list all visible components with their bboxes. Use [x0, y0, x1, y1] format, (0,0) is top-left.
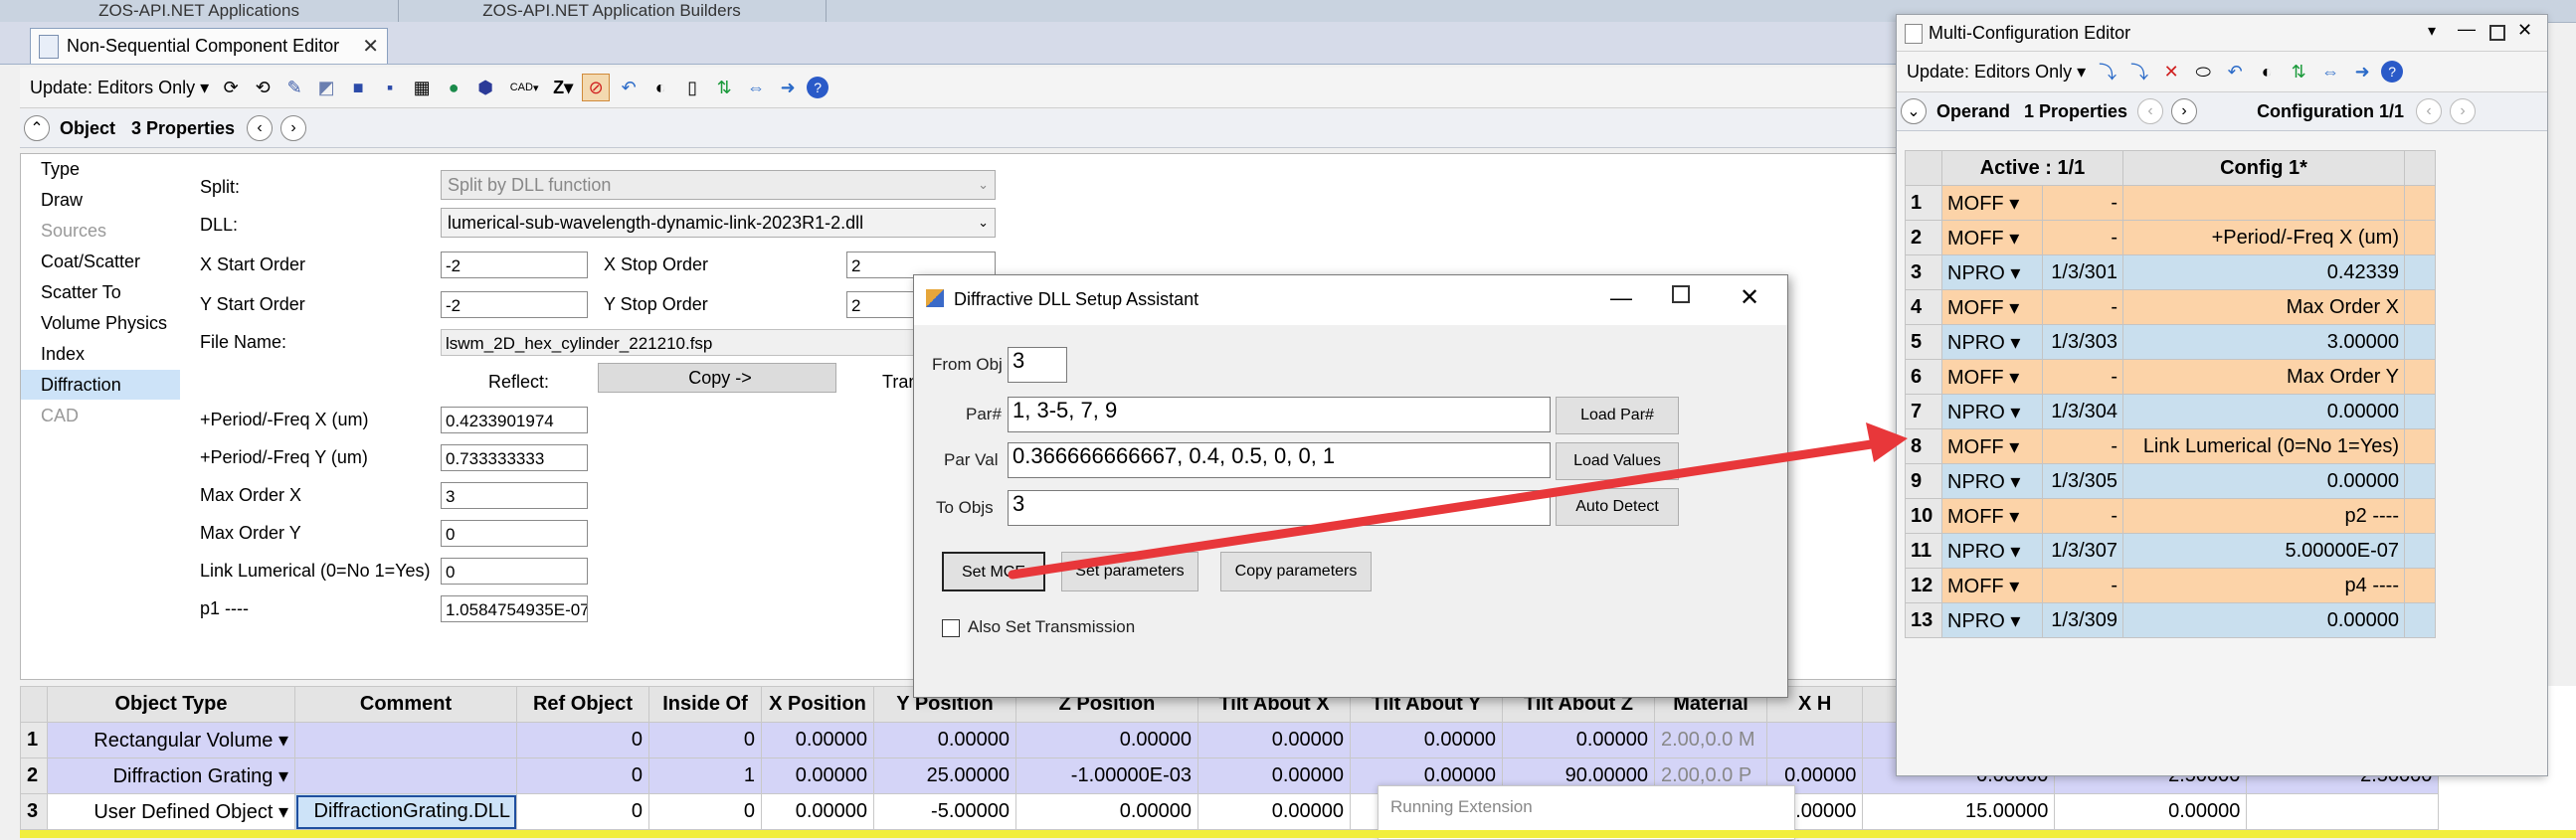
annotation-arrow — [1008, 422, 1908, 580]
arrow-shaft — [1008, 438, 1883, 580]
arrow-head — [1866, 422, 1908, 462]
